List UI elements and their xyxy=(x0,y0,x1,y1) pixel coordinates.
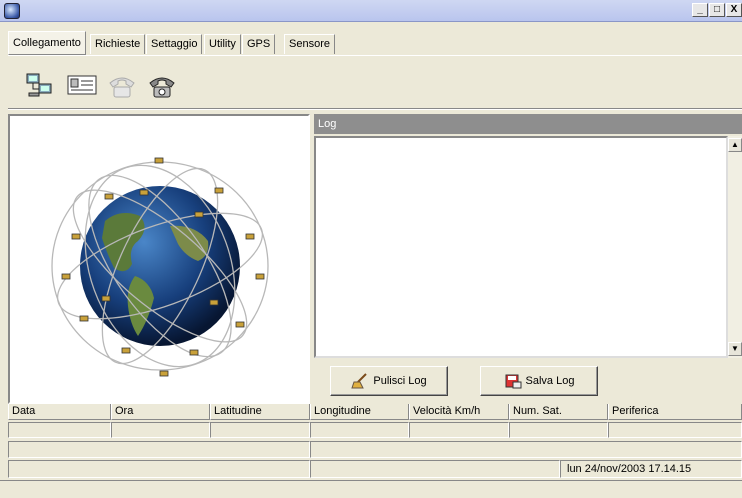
status-pane-1 xyxy=(8,460,310,478)
scroll-up-arrow-icon[interactable]: ▲ xyxy=(728,138,742,152)
gps-satellite-globe-image xyxy=(51,157,269,377)
status-pane-2 xyxy=(310,460,560,478)
grid-cell[interactable] xyxy=(310,422,409,438)
title-bar xyxy=(0,0,742,22)
tab-settaggio[interactable]: Settaggio xyxy=(146,34,203,54)
maximize-button[interactable]: □ xyxy=(709,3,725,17)
save-log-label: Salva Log xyxy=(525,375,575,387)
save-log-icon xyxy=(505,374,522,389)
grid-cell[interactable] xyxy=(608,422,742,438)
col-header-data[interactable]: Data xyxy=(8,404,111,420)
broom-icon xyxy=(351,373,368,389)
col-header-latitudine[interactable]: Latitudine xyxy=(210,404,310,420)
scroll-down-arrow-icon[interactable]: ▼ xyxy=(728,342,742,356)
save-log-button[interactable]: Salva Log xyxy=(480,366,598,396)
hangup-button[interactable] xyxy=(106,70,138,100)
status-datetime: lun 24/nov/2003 17.14.15 xyxy=(560,460,742,478)
log-scrollbar[interactable] xyxy=(728,136,742,358)
tab-richieste[interactable]: Richieste xyxy=(90,34,146,54)
clear-log-button[interactable]: Pulisci Log xyxy=(330,366,448,396)
tab-sensore[interactable]: Sensore xyxy=(284,34,335,54)
log-textarea[interactable] xyxy=(314,136,728,358)
app-globe-icon[interactable] xyxy=(4,3,20,19)
id-card-icon xyxy=(67,75,97,95)
tab-collegamento[interactable]: Collegamento xyxy=(8,31,86,55)
info-field-right xyxy=(310,441,742,458)
col-header-longitudine[interactable]: Longitudine xyxy=(310,404,409,420)
status-bar-bottom xyxy=(0,480,742,498)
grid-cell[interactable] xyxy=(111,422,210,438)
minimize-button[interactable]: _ xyxy=(692,3,708,17)
phone-disabled-icon xyxy=(109,77,135,98)
tab-strip: Collegamento Richieste Settaggio Utility… xyxy=(8,31,742,56)
col-header-periferica[interactable]: Periferica xyxy=(608,404,742,420)
grid-cell[interactable] xyxy=(409,422,509,438)
id-card-button[interactable] xyxy=(66,70,98,100)
clear-log-label: Pulisci Log xyxy=(373,375,427,387)
tab-utility[interactable]: Utility xyxy=(204,34,241,54)
col-header-ora[interactable]: Ora xyxy=(111,404,210,420)
toolbar-separator xyxy=(8,108,742,110)
col-header-velocita[interactable]: Velocità Km/h xyxy=(409,404,509,420)
info-field-left xyxy=(8,441,310,458)
col-header-num-sat[interactable]: Num. Sat. xyxy=(509,404,608,420)
connect-computers-icon xyxy=(26,73,52,97)
connect-button[interactable] xyxy=(24,70,56,100)
grid-cell[interactable] xyxy=(8,422,111,438)
dial-button[interactable] xyxy=(146,70,178,100)
close-button[interactable]: X xyxy=(726,3,742,17)
log-header: Log xyxy=(314,114,742,134)
tab-gps[interactable]: GPS xyxy=(242,34,276,54)
globe-image-panel xyxy=(8,114,310,404)
grid-cell[interactable] xyxy=(210,422,310,438)
phone-icon xyxy=(149,77,175,98)
grid-cell[interactable] xyxy=(509,422,608,438)
